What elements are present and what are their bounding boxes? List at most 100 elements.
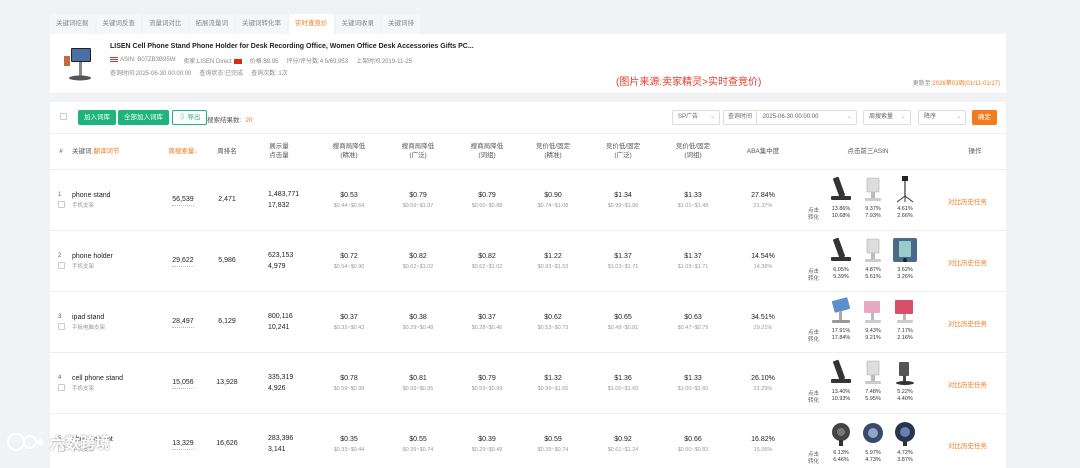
export-button[interactable]: ⇩ 导出 [172,110,208,125]
col-aba[interactable]: ABA集中度 [738,134,788,170]
asin-item[interactable]: 6.13% 6.46% [826,418,856,465]
asin-item[interactable]: 7.48% 5.95% [858,357,888,404]
add-all-to-wordlist-button[interactable]: 全部加入词库 [118,110,169,125]
asin-item[interactable]: 5.22% 4.40% [890,357,920,404]
bid-broad-cell: $0.92 $0.61~$1.24 [607,436,639,453]
table-header: # 关键词 翻译词节 周搜索量 ↓ 周排名 展示量 点击量 搜商局降低 (精准) 搜商… [50,134,1006,170]
asin-item[interactable]: 9.37% 7.93% [858,174,888,221]
col-impressions-clicks[interactable]: 展示量 点击量 [256,134,302,170]
tab-traffic-expand[interactable]: 拓展流量词 [189,14,234,34]
keyword-text[interactable]: phone stand [72,191,111,202]
keyword-text[interactable]: phone holder [72,252,113,263]
sug-phrase-cell: $0.82 $0.62~$1.02 [471,253,503,270]
row-checkbox[interactable] [58,262,65,269]
compare-history-link[interactable]: 对比历史任务 [948,170,987,231]
row-checkbox[interactable] [58,201,65,208]
col-weekly-search[interactable]: 周搜索量 ↓ [158,134,208,170]
bid-phrase-cell: $1.37 $1.03~$1.71 [677,253,709,270]
us-flag-icon [110,57,118,63]
compare-history-link[interactable]: 对比历史任务 [948,231,987,292]
keyword-text[interactable]: ipad stand [72,313,104,324]
asin-metric-labels: 点击 转化 [808,452,820,466]
top3-asin-cell: 点击 转化 6.05% 5.39% 4.87% 5.61% 3.62% 3.26% [808,235,928,289]
update-info: 更新至:2026第03周(01/11-01/17) [912,81,1000,87]
sug-broad-cell: $0.79 $0.59~$1.07 [402,192,434,209]
weekly-search-cell: 13,329 [158,414,208,468]
keyword-cell: cell phone stand 手机支架 [72,374,123,392]
sug-broad-cell: $0.38 $0.29~$0.48 [402,314,434,331]
asin-item[interactable]: 3.62% 3.26% [890,235,920,282]
product-image [865,360,881,384]
sort-field-select[interactable]: 周搜索量 ⌄ [863,110,911,125]
bid-exact-cell: $1.22 $0.93~$1.53 [537,253,569,270]
tab-keyword-index[interactable]: 关键词收录 [335,14,380,34]
product-image [865,238,881,262]
tab-keyword-reverse[interactable]: 关键词反查 [96,14,141,34]
product-title[interactable]: LISEN Cell Phone Stand Phone Holder for … [110,43,474,50]
bid-exact-cell: $1.32 $0.99~$1.65 [537,375,569,392]
rating-field: 评分/评分数:4.5/69,953 [286,59,349,65]
col-bid-exact[interactable]: 竞价低/固定 (精准) [528,134,578,170]
asin-item[interactable]: 5.97% 4.73% [858,418,888,465]
asin-item[interactable]: 6.05% 5.39% [826,235,856,282]
col-index: # [59,147,63,155]
launch-date-field: 上架时间:2019-11-25 [356,59,413,65]
col-bid-broad[interactable]: 竞价低/固定 (广泛) [598,134,648,170]
keyword-text[interactable]: cell phone stand [72,374,123,385]
asin-metric-labels: 点击 转化 [808,208,820,222]
asin-metric-labels: 点击 转化 [808,391,820,405]
tab-keyword-rank[interactable]: 关键词排 [382,14,420,34]
query-status-field: 查询状态:已完成 [199,71,244,77]
table-row: 5 phone mount 手机支架 13,329 16,626 283,396 3… [50,414,1006,468]
weekly-rank-cell: 2,471 [218,196,236,204]
tab-keyword-conversion[interactable]: 关键词转化率 [236,14,287,34]
col-keyword[interactable]: 关键词 翻译词节 [72,134,152,170]
ad-type-select[interactable]: SP广告 ⌄ [672,110,720,125]
col-sug-broad[interactable]: 搜商局降低 (广泛) [393,134,443,170]
col-bid-phrase[interactable]: 竞价低/固定 (词组) [668,134,718,170]
add-to-wordlist-button[interactable]: 加入词库 [78,110,116,125]
chevron-down-icon: ⌄ [709,114,715,120]
tab-realtime-bid[interactable]: 实时查竞价 [289,14,334,34]
query-time-select[interactable]: 查询时间 2025-06-30 00:00:00 ⌄ [723,110,857,125]
row-index: 1 [58,192,62,198]
row-index: 3 [58,314,62,320]
compare-history-link[interactable]: 对比历史任务 [948,292,987,353]
asin-item[interactable]: 13.40% 10.93% [826,357,856,404]
chevron-down-icon: ⌄ [846,114,852,120]
compare-history-link[interactable]: 对比历史任务 [948,414,987,468]
col-sug-phrase[interactable]: 搜商局降低 (词组) [462,134,512,170]
table-row: 4 cell phone stand 手机支架 15,056 13,928 335… [50,353,1006,414]
compare-history-link[interactable]: 对比历史任务 [948,353,987,414]
asin-item[interactable]: 13.86% 10.68% [826,174,856,221]
asin-item[interactable]: 4.61% 2.66% [890,174,920,221]
asin-item[interactable]: 7.17% 2.16% [890,296,920,343]
row-checkbox[interactable] [58,384,65,391]
sug-broad-cell: $0.82 $0.62~$1.02 [402,253,434,270]
tab-keyword-mining[interactable]: 关键词挖掘 [50,14,95,34]
product-image [863,423,883,443]
tab-traffic-compare[interactable]: 流量词对比 [143,14,188,34]
bid-broad-cell: $1.36 $1.00~$1.60 [607,375,639,392]
query-count-field: 查询次数: 1次 [251,71,288,77]
asin-item[interactable]: 17.91% 17.84% [826,296,856,343]
sug-exact-cell: $0.37 $0.32~$0.43 [333,314,365,331]
asin-item[interactable]: 9.43% 9.21% [858,296,888,343]
bid-phrase-cell: $0.66 $0.50~$0.83 [677,436,709,453]
product-image [831,297,851,323]
top3-asin-cell: 点击 转化 13.40% 10.93% 7.48% 5.95% 5.22% 4.40% [808,357,928,411]
product-image [896,362,914,385]
keyword-cell: ipad stand 平板电脑支架 [72,313,106,331]
col-sug-exact[interactable]: 搜商局降低 (精准) [324,134,374,170]
col-weekly-rank[interactable]: 周排名 [208,134,246,170]
select-all-checkbox[interactable] [60,113,67,120]
sort-order-select[interactable]: 降序 ⌄ [918,110,966,125]
weekly-rank-cell: 5,986 [218,257,236,265]
asin-item[interactable]: 4.72% 3.87% [890,418,920,465]
weekly-search-cell: 15,056 [158,353,208,414]
product-meta-line1: ASIN: B07ZB3B95W 卖家:LISEN Direct 价格:$9.9… [110,56,412,65]
asin-item[interactable]: 4.87% 5.61% [858,235,888,282]
confirm-button[interactable]: 确定 [972,110,997,125]
impressions-clicks-cell: 335,319 4,926 [268,374,294,392]
row-checkbox[interactable] [58,323,65,330]
